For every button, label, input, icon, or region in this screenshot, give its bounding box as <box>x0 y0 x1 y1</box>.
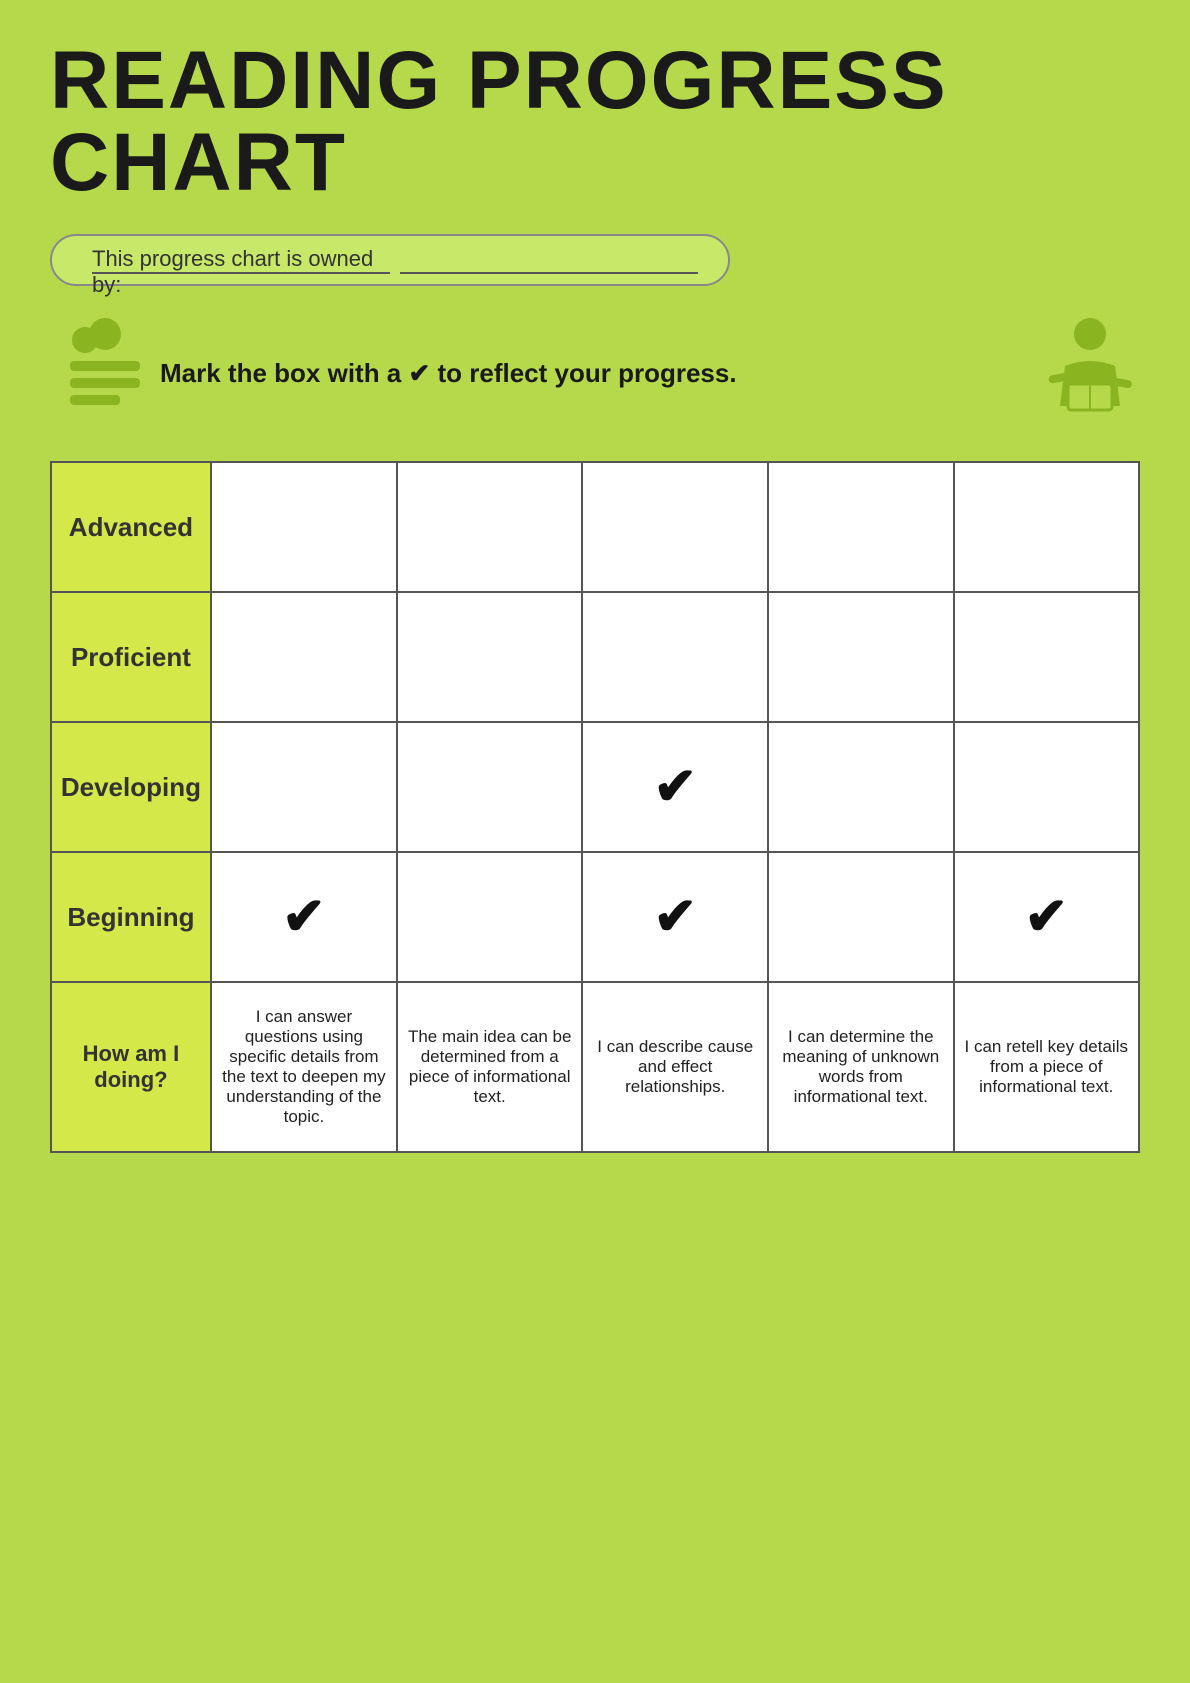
cell-proficient-0[interactable] <box>211 592 397 722</box>
cell-proficient-1[interactable] <box>397 592 582 722</box>
cell-beginning-3[interactable] <box>768 852 953 982</box>
cell-beginning-2[interactable]: ✔ <box>582 852 768 982</box>
page-title: READING PROGRESS CHART <box>50 40 1140 204</box>
cell-advanced-0[interactable] <box>211 462 397 592</box>
cell-developing-3[interactable] <box>768 722 953 852</box>
how-am-i-label: How am I doing? <box>51 982 211 1152</box>
row-label-developing: Developing <box>51 722 211 852</box>
cell-advanced-2[interactable] <box>582 462 768 592</box>
progress-table: AdvancedProficientDeveloping ✔ Beginning ✔ ✔… <box>50 461 1140 1153</box>
row-label-beginning: Beginning <box>51 852 211 982</box>
instruction-text: Mark the box with a ✔ to reflect your pr… <box>160 358 1040 389</box>
cell-advanced-4[interactable] <box>954 462 1140 592</box>
descriptor-2: I can describe cause and effect relation… <box>582 982 768 1152</box>
descriptor-3: I can determine the meaning of unknown w… <box>768 982 953 1152</box>
cell-advanced-1[interactable] <box>397 462 582 592</box>
checkmark: ✔ <box>653 758 697 816</box>
cell-proficient-2[interactable] <box>582 592 768 722</box>
owner-bar: This progress chart is owned by: <box>50 234 730 286</box>
owner-line <box>400 246 698 274</box>
cell-developing-2[interactable]: ✔ <box>582 722 768 852</box>
reading-icon <box>1040 316 1140 431</box>
checkmark: ✔ <box>1024 888 1068 946</box>
descriptor-1: The main idea can be determined from a p… <box>397 982 582 1152</box>
cell-beginning-0[interactable]: ✔ <box>211 852 397 982</box>
checkmark: ✔ <box>653 888 697 946</box>
row-label-proficient: Proficient <box>51 592 211 722</box>
descriptor-4: I can retell key details from a piece of… <box>954 982 1140 1152</box>
cell-developing-0[interactable] <box>211 722 397 852</box>
cell-developing-1[interactable] <box>397 722 582 852</box>
owner-label: This progress chart is owned by: <box>92 246 390 274</box>
studying-icon <box>50 316 160 431</box>
cell-advanced-3[interactable] <box>768 462 953 592</box>
cell-beginning-4[interactable]: ✔ <box>954 852 1140 982</box>
descriptor-0: I can answer questions using specific de… <box>211 982 397 1152</box>
cell-developing-4[interactable] <box>954 722 1140 852</box>
checkmark: ✔ <box>282 888 326 946</box>
row-label-advanced: Advanced <box>51 462 211 592</box>
cell-proficient-4[interactable] <box>954 592 1140 722</box>
cell-proficient-3[interactable] <box>768 592 953 722</box>
cell-beginning-1[interactable] <box>397 852 582 982</box>
